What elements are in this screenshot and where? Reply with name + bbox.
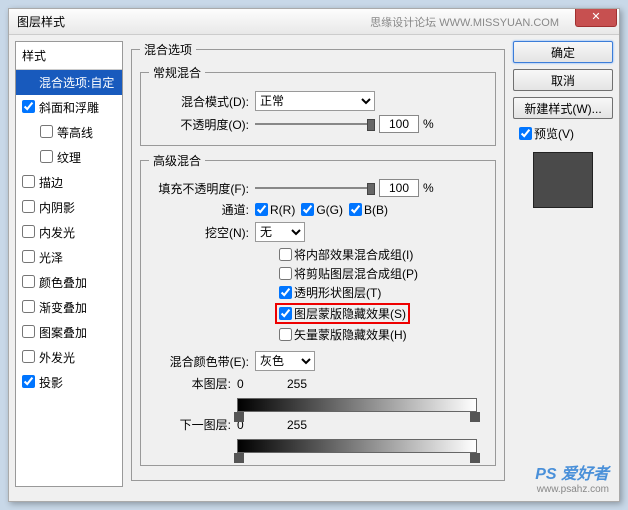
sidebar-item-12[interactable]: 投影 [16, 370, 122, 395]
underlayer-label: 下一图层: [149, 416, 231, 433]
advanced-blending-legend: 高级混合 [149, 152, 205, 169]
sidebar-checkbox[interactable] [40, 150, 53, 163]
channel-b[interactable]: B(B) [349, 203, 388, 217]
sidebar-checkbox[interactable] [22, 300, 35, 313]
sidebar-checkbox[interactable] [22, 350, 35, 363]
channel-label: 通道: [149, 201, 249, 218]
sidebar-item-label: 颜色叠加 [39, 274, 87, 291]
sidebar-header: 样式 [16, 42, 122, 70]
sidebar-checkbox[interactable] [22, 100, 35, 113]
adv-option-0[interactable]: 将内部效果混合成组(I) [279, 246, 413, 263]
adv-option-1[interactable]: 将剪贴图层混合成组(P) [279, 265, 418, 282]
blendif-select[interactable]: 灰色 [255, 351, 315, 371]
sidebar-item-label: 纹理 [57, 149, 81, 166]
sidebar-checkbox[interactable] [22, 275, 35, 288]
sidebar-item-label: 图案叠加 [39, 324, 87, 341]
close-button[interactable]: ✕ [575, 9, 617, 27]
layer-style-dialog: 图层样式 思缘设计论坛 WWW.MISSYUAN.COM ✕ 样式 混合选项:自… [8, 8, 620, 502]
blending-options-panel: 混合选项 常规混合 混合模式(D): 正常 不透明度(O): % [127, 41, 509, 487]
sidebar-item-label: 描边 [39, 174, 63, 191]
blend-mode-label: 混合模式(D): [149, 93, 249, 110]
adv-option-2[interactable]: 透明形状图层(T) [279, 284, 381, 301]
underlayer-high: 255 [287, 418, 307, 432]
sidebar-checkbox[interactable] [40, 125, 53, 138]
preview-swatch [533, 152, 593, 208]
thislayer-gradient[interactable] [237, 398, 477, 412]
sidebar-item-label: 内阴影 [39, 199, 75, 216]
blend-mode-select[interactable]: 正常 [255, 91, 375, 111]
right-column: 确定 取消 新建样式(W)... 预览(V) [513, 41, 613, 487]
blendif-label: 混合颜色带(E): [149, 353, 249, 370]
sidebar-checkbox[interactable] [22, 375, 35, 388]
sidebar-item-6[interactable]: 内发光 [16, 220, 122, 245]
preview-checkbox[interactable]: 预览(V) [519, 125, 607, 142]
sidebar-item-10[interactable]: 图案叠加 [16, 320, 122, 345]
sidebar-item-4[interactable]: 描边 [16, 170, 122, 195]
sidebar-item-label: 渐变叠加 [39, 299, 87, 316]
sidebar-item-9[interactable]: 渐变叠加 [16, 295, 122, 320]
sidebar-item-2[interactable]: 等高线 [16, 120, 122, 145]
thislayer-high: 255 [287, 377, 307, 391]
underlayer-low: 0 [237, 418, 287, 432]
new-style-button[interactable]: 新建样式(W)... [513, 97, 613, 119]
underlayer-gradient[interactable] [237, 439, 477, 453]
knockout-label: 挖空(N): [149, 224, 249, 241]
sidebar-item-8[interactable]: 颜色叠加 [16, 270, 122, 295]
advanced-blending-group: 高级混合 填充不透明度(F): % 通道: R(R) G(G) B(B) [140, 152, 496, 466]
thislayer-low: 0 [237, 377, 287, 391]
percent-label: % [423, 181, 434, 195]
dialog-title: 图层样式 [17, 13, 65, 30]
opacity-input[interactable] [379, 115, 419, 133]
sidebar-item-1[interactable]: 斜面和浮雕 [16, 95, 122, 120]
channel-g[interactable]: G(G) [301, 203, 343, 217]
dialog-subtitle: 思缘设计论坛 WWW.MISSYUAN.COM [370, 14, 559, 30]
sidebar-checkbox[interactable] [22, 250, 35, 263]
adv-option-3[interactable]: 图层蒙版隐藏效果(S) [275, 303, 410, 324]
titlebar: 图层样式 思缘设计论坛 WWW.MISSYUAN.COM ✕ [9, 9, 619, 35]
fill-opacity-input[interactable] [379, 179, 419, 197]
sidebar-item-3[interactable]: 纹理 [16, 145, 122, 170]
panel-title: 混合选项 [140, 41, 196, 58]
sidebar-item-label: 光泽 [39, 249, 63, 266]
sidebar-checkbox[interactable] [22, 175, 35, 188]
fill-opacity-slider[interactable] [255, 182, 375, 194]
sidebar-checkbox[interactable] [22, 325, 35, 338]
opacity-label: 不透明度(O): [149, 116, 249, 133]
sidebar-item-label: 外发光 [39, 349, 75, 366]
sidebar-item-0[interactable]: 混合选项:自定 [16, 70, 122, 95]
sidebar-item-label: 内发光 [39, 224, 75, 241]
sidebar-item-label: 投影 [39, 374, 63, 391]
thislayer-label: 本图层: [149, 375, 231, 392]
sidebar-item-7[interactable]: 光泽 [16, 245, 122, 270]
sidebar-checkbox[interactable] [22, 225, 35, 238]
cancel-button[interactable]: 取消 [513, 69, 613, 91]
general-blending-legend: 常规混合 [149, 64, 205, 81]
sidebar-item-label: 混合选项:自定 [39, 74, 114, 91]
channel-r[interactable]: R(R) [255, 203, 295, 217]
fill-opacity-label: 填充不透明度(F): [149, 180, 249, 197]
styles-sidebar: 样式 混合选项:自定斜面和浮雕等高线纹理描边内阴影内发光光泽颜色叠加渐变叠加图案… [15, 41, 123, 487]
sidebar-item-5[interactable]: 内阴影 [16, 195, 122, 220]
general-blending-group: 常规混合 混合模式(D): 正常 不透明度(O): % [140, 64, 496, 146]
sidebar-item-11[interactable]: 外发光 [16, 345, 122, 370]
sidebar-item-label: 斜面和浮雕 [39, 99, 99, 116]
percent-label: % [423, 117, 434, 131]
opacity-slider[interactable] [255, 118, 375, 130]
sidebar-checkbox[interactable] [22, 200, 35, 213]
watermark: PS 爱好者 www.psahz.com [535, 460, 609, 495]
blending-options-fieldset: 混合选项 常规混合 混合模式(D): 正常 不透明度(O): % [131, 41, 505, 481]
adv-option-4[interactable]: 矢量蒙版隐藏效果(H) [279, 326, 407, 343]
ok-button[interactable]: 确定 [513, 41, 613, 63]
sidebar-item-label: 等高线 [57, 124, 93, 141]
knockout-select[interactable]: 无 [255, 222, 305, 242]
